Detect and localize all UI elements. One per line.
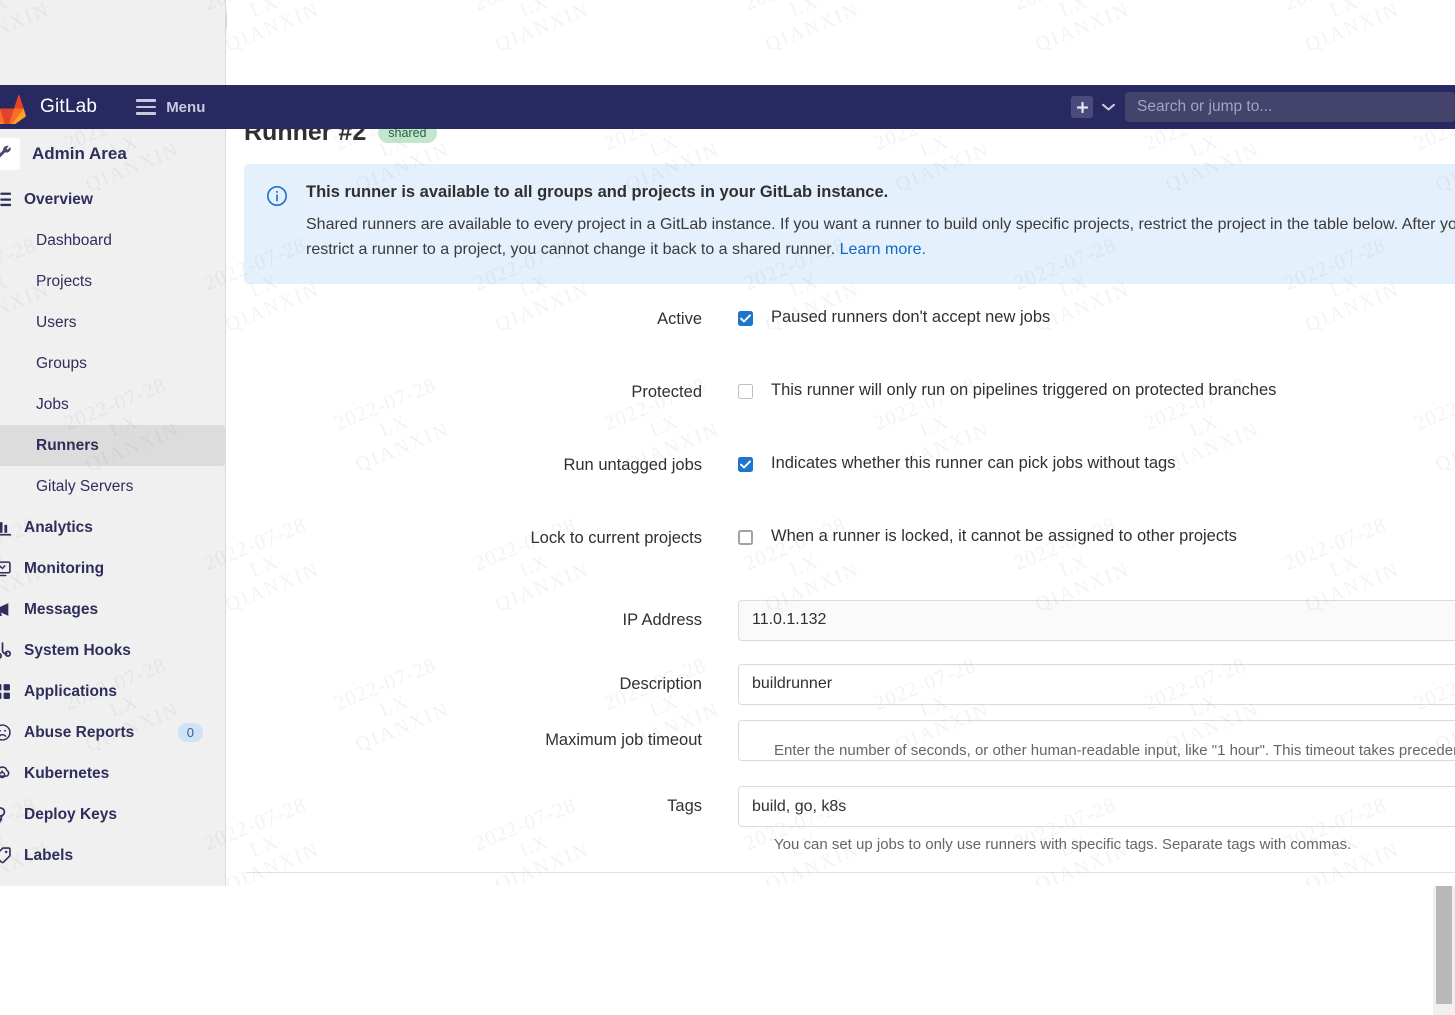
checkbox-description[interactable]: Paused runners don't accept new jobs xyxy=(771,308,1050,327)
sidebar-item-jobs[interactable]: Jobs xyxy=(0,384,225,425)
sidebar-item-runners[interactable]: Runners xyxy=(0,425,225,466)
checkbox-lock-to-current-projects[interactable] xyxy=(738,530,753,545)
admin-area-title: Admin Area xyxy=(32,144,127,164)
sidebar-item-system-hooks[interactable]: System Hooks xyxy=(0,630,225,671)
abuse-face-icon xyxy=(0,724,16,741)
alert-title: This runner is available to all groups a… xyxy=(306,183,1455,202)
main-menu-button[interactable]: Menu xyxy=(130,95,211,120)
maximum-job-timeout-label: Maximum job timeout xyxy=(227,731,738,750)
checkbox-description[interactable]: This runner will only run on pipelines t… xyxy=(771,381,1276,400)
field-row-tags: Tags build, go, k8s xyxy=(227,786,1455,827)
sidebar-item-applications[interactable]: Applications xyxy=(0,671,225,712)
label-tag-icon xyxy=(0,847,16,864)
field-row-description: Description buildrunner xyxy=(227,652,1455,716)
hook-icon xyxy=(0,642,16,659)
kubernetes-icon xyxy=(0,765,16,782)
info-alert: This runner is available to all groups a… xyxy=(244,164,1455,284)
tags-help: You can set up jobs to only use runners … xyxy=(774,836,1351,853)
sidebar-item-label: Messages xyxy=(24,601,98,619)
sidebar-item-groups[interactable]: Groups xyxy=(0,343,225,384)
checkbox-field-label: Active xyxy=(227,296,738,329)
gitlab-logo-icon[interactable] xyxy=(0,90,34,124)
description-input[interactable]: buildrunner xyxy=(738,664,1455,705)
field-row-lock-to-current-projects: Lock to current projects When a runner is… xyxy=(227,515,1455,588)
info-circle-icon xyxy=(266,185,288,263)
sidebar-item-badge: 0 xyxy=(178,723,203,742)
sidebar-item-label: Projects xyxy=(36,273,92,291)
sidebar-item-label: Gitaly Servers xyxy=(36,478,133,496)
field-row-active: Active Paused runners don't accept new jo… xyxy=(227,296,1455,369)
sidebar-item-gitaly-servers[interactable]: Gitaly Servers xyxy=(0,466,225,507)
chevron-down-icon[interactable] xyxy=(1102,100,1115,114)
page-body: Admin Area Overview Dashboard Projects User… xyxy=(0,129,1455,886)
applications-icon xyxy=(0,683,16,700)
sidebar-item-label: Users xyxy=(36,314,76,332)
checkbox-field-label: Run untagged jobs xyxy=(227,442,738,475)
checkbox-run-untagged-jobs[interactable] xyxy=(738,457,753,472)
runner-form: Active Paused runners don't accept new jo… xyxy=(227,296,1455,764)
sidebar-item-label: Monitoring xyxy=(24,560,104,578)
description-label: Description xyxy=(227,675,738,694)
sidebar-item-dashboard[interactable]: Dashboard xyxy=(0,220,225,261)
sidebar-item-label: Applications xyxy=(24,683,117,701)
sidebar-nav: Overview Dashboard Projects Users Groups Jobs… xyxy=(0,179,225,876)
sidebar-item-label: Labels xyxy=(24,847,73,865)
checkbox-field-label: Lock to current projects xyxy=(227,515,738,548)
sidebar-item-messages[interactable]: Messages xyxy=(0,589,225,630)
sidebar-item-kubernetes[interactable]: Kubernetes xyxy=(0,753,225,794)
sidebar-item-label: Groups xyxy=(36,355,87,373)
checkbox-description[interactable]: Indicates whether this runner can pick j… xyxy=(771,454,1175,473)
search-input[interactable]: Search or jump to... xyxy=(1125,92,1455,122)
monitor-icon xyxy=(0,560,16,577)
gitlab-brand-label: GitLab xyxy=(40,96,97,118)
sidebar-item-overview[interactable]: Overview xyxy=(0,179,225,220)
sidebar-item-label: Analytics xyxy=(24,519,93,537)
sidebar-item-label: Dashboard xyxy=(36,232,112,250)
gitlab-navbar: GitLab Menu Search or jump to... xyxy=(0,85,1455,129)
main-content: Runner #2 shared This runner is availabl… xyxy=(227,0,1455,886)
wrench-icon xyxy=(0,138,20,170)
sidebar-item-label: Jobs xyxy=(36,396,69,414)
field-row-protected: Protected This runner will only run on pi… xyxy=(227,369,1455,442)
checkbox-protected[interactable] xyxy=(738,384,753,399)
menu-label: Menu xyxy=(166,99,205,116)
checkbox-description[interactable]: When a runner is locked, it cannot be as… xyxy=(771,527,1237,546)
search-placeholder: Search or jump to... xyxy=(1137,98,1272,116)
alert-description: Shared runners are available to every pr… xyxy=(306,213,1455,263)
admin-area-header[interactable]: Admin Area xyxy=(0,129,225,179)
sidebar-item-label: System Hooks xyxy=(24,642,131,660)
sidebar-item-label: Abuse Reports xyxy=(24,724,134,742)
hamburger-menu-icon xyxy=(136,99,156,115)
sidebar-item-abuse-reports[interactable]: Abuse Reports 0 xyxy=(0,712,225,753)
checkbox-active[interactable] xyxy=(738,311,753,326)
checkbox-rows: Active Paused runners don't accept new jo… xyxy=(227,296,1455,588)
sidebar-item-label: Runners xyxy=(36,437,99,455)
sidebar-item-label: Kubernetes xyxy=(24,765,109,783)
analytics-icon xyxy=(0,519,16,536)
maximum-job-timeout-help: Enter the number of seconds, or other hu… xyxy=(774,742,1455,759)
tags-label: Tags xyxy=(227,797,738,816)
sidebar-item-users[interactable]: Users xyxy=(0,302,225,343)
megaphone-icon xyxy=(0,601,16,618)
sidebar-item-labels[interactable]: Labels xyxy=(0,835,225,876)
navbar-right-group: Search or jump to... xyxy=(1071,85,1455,129)
sidebar-item-label: Deploy Keys xyxy=(24,806,117,824)
sidebar-item-monitoring[interactable]: Monitoring xyxy=(0,548,225,589)
admin-sidebar: Admin Area Overview Dashboard Projects User… xyxy=(0,0,226,886)
field-row-run-untagged-jobs: Run untagged jobs Indicates whether this … xyxy=(227,442,1455,515)
sidebar-item-analytics[interactable]: Analytics xyxy=(0,507,225,548)
section-divider xyxy=(246,872,1455,873)
sidebar-item-deploy-keys[interactable]: Deploy Keys xyxy=(0,794,225,835)
learn-more-link[interactable]: Learn more. xyxy=(840,241,926,258)
overview-icon xyxy=(0,191,16,208)
plus-square-icon[interactable] xyxy=(1071,96,1093,118)
field-row-ip-address: IP Address 11.0.1.132 xyxy=(227,588,1455,652)
checkbox-field-label: Protected xyxy=(227,369,738,402)
sidebar-item-label: Overview xyxy=(24,191,93,209)
tags-input[interactable]: build, go, k8s xyxy=(738,786,1455,827)
key-icon xyxy=(0,806,16,823)
ip-address-input[interactable]: 11.0.1.132 xyxy=(738,600,1455,641)
sidebar-item-projects[interactable]: Projects xyxy=(0,261,225,302)
ip-address-label: IP Address xyxy=(227,611,738,630)
